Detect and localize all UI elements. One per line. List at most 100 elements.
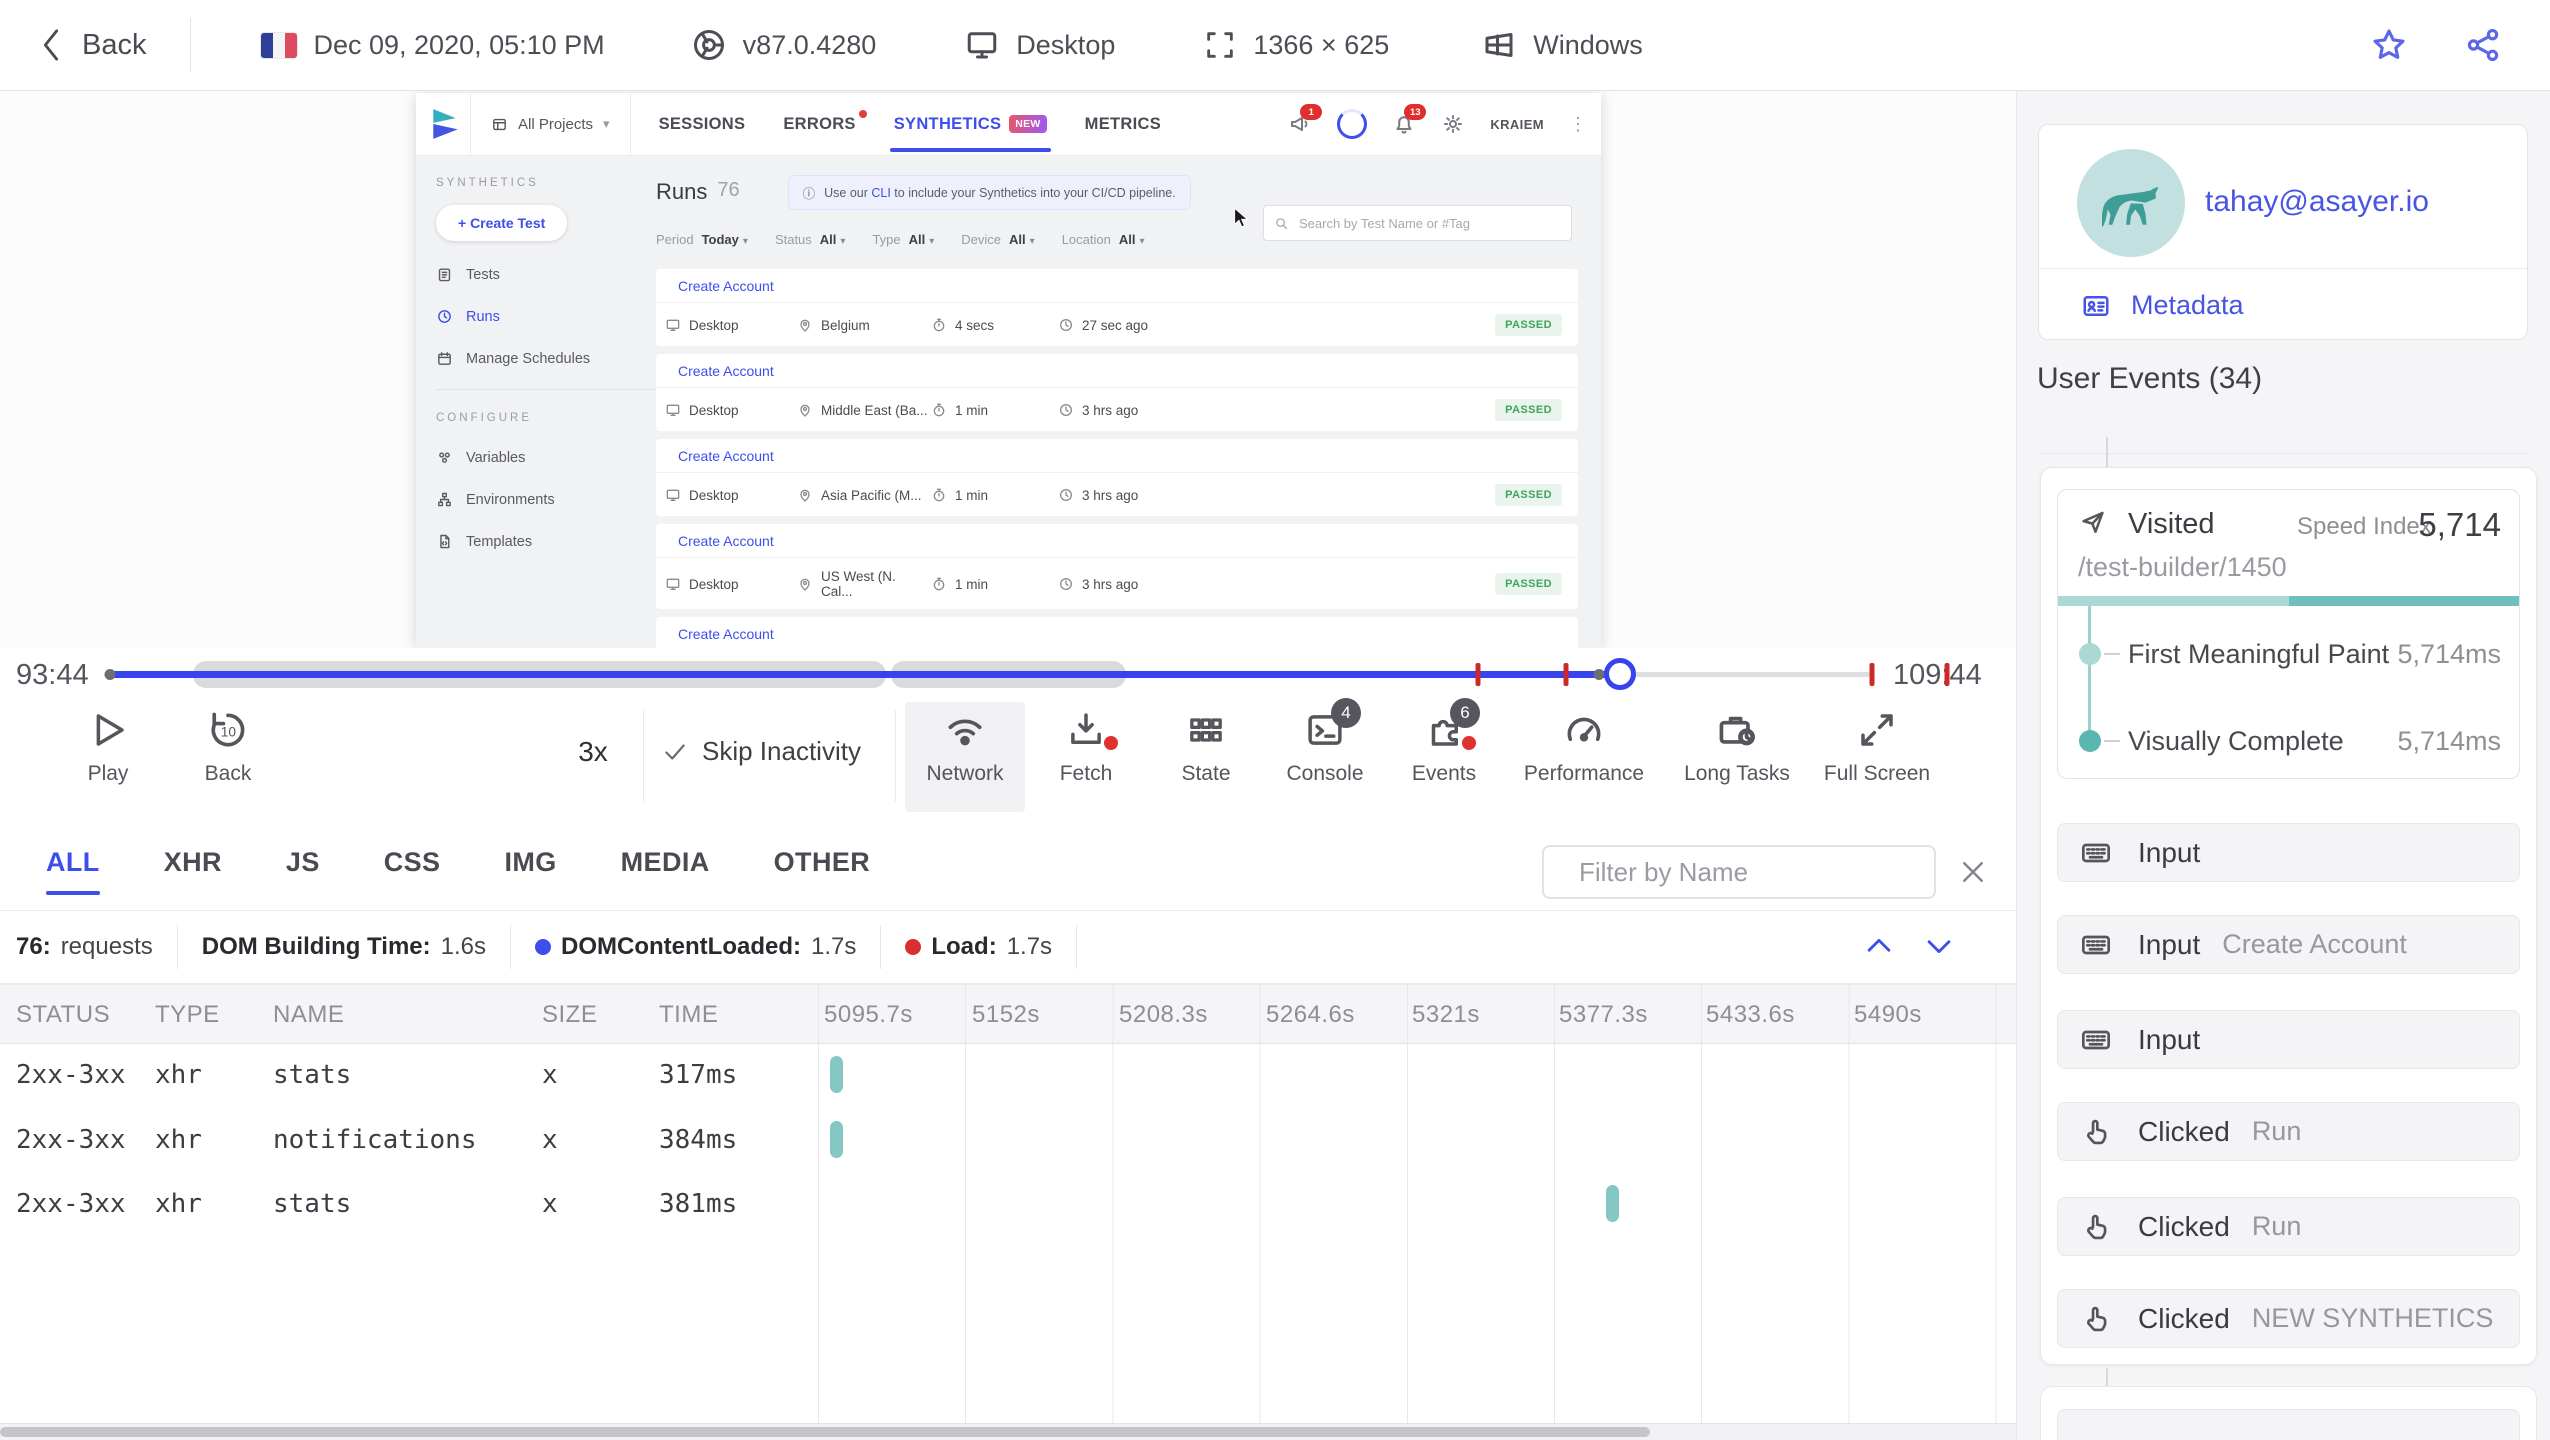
- session-browser: v87.0.4280: [691, 27, 876, 63]
- network-request-row[interactable]: 2xx-3xx xhr notifications x 384ms: [0, 1107, 2016, 1172]
- issue-marker[interactable]: [1944, 663, 1950, 686]
- performance-panel-button[interactable]: Performance: [1514, 708, 1654, 786]
- favorite-star-icon[interactable]: [2370, 26, 2408, 64]
- event-marker[interactable]: [104, 669, 116, 680]
- stopwatch-icon: [933, 318, 945, 332]
- chrome-icon: [693, 30, 724, 60]
- app-tab: METRICS: [1084, 114, 1162, 133]
- user-event-row[interactable]: Input: [2057, 1010, 2520, 1069]
- issue-marker[interactable]: [1475, 663, 1481, 686]
- events-panel-button[interactable]: 6 Events: [1384, 698, 1504, 786]
- stat-dot-icon: [905, 939, 922, 955]
- sidebar-item-runs: Runs: [436, 308, 676, 325]
- waterfall-bar: [1606, 1185, 1619, 1222]
- filter-dropdown: Type All ▾: [872, 232, 935, 247]
- user-event-row[interactable]: Input Create Account: [2057, 915, 2520, 974]
- share-icon[interactable]: [2464, 26, 2502, 64]
- session-date: Dec 09, 2020, 05:10 PM: [313, 29, 605, 60]
- column-header: TYPE: [155, 1001, 220, 1028]
- project-selector: All Projects ▾: [470, 93, 631, 155]
- skip-inactivity-toggle[interactable]: Skip Inactivity: [662, 736, 861, 767]
- state-grid-icon: [1190, 718, 1222, 742]
- request-name: stats: [273, 1189, 352, 1219]
- network-tab[interactable]: ALL: [46, 815, 100, 911]
- sidebar-item-variables: Variables: [436, 449, 676, 466]
- run-card: Create Account Desktop Asia Pacific (M..…: [656, 439, 1578, 516]
- run-device: Desktop: [689, 317, 739, 333]
- user-avatar: [2077, 149, 2185, 257]
- play-button[interactable]: Play: [48, 708, 168, 786]
- timeline-track[interactable]: [104, 648, 1950, 700]
- network-tab[interactable]: OTHER: [774, 815, 871, 911]
- app-user-name: KRAIEM: [1490, 116, 1544, 132]
- filter-dropdown: Period Today ▾: [656, 232, 748, 247]
- cli-link: CLI: [871, 185, 891, 200]
- close-panel-icon[interactable]: [1958, 857, 1988, 887]
- visited-event-card[interactable]: Visited Speed Index 5,714 /test-builder/…: [2057, 489, 2520, 779]
- user-event-row[interactable]: Clicked NEW SYNTHETICS: [2057, 1289, 2520, 1348]
- network-request-row[interactable]: 2xx-3xx xhr stats x 381ms: [0, 1171, 2016, 1236]
- session-sidebar: tahay@asayer.io Metadata User Events (34…: [2016, 90, 2550, 1440]
- user-email-link[interactable]: tahay@asayer.io: [2205, 185, 2429, 219]
- network-tab[interactable]: IMG: [504, 815, 556, 911]
- event-marker[interactable]: [1593, 669, 1605, 680]
- location-pin-icon: [800, 319, 810, 332]
- issue-marker[interactable]: [1869, 663, 1875, 686]
- search-icon: [1562, 871, 1563, 873]
- chevron-up-icon[interactable]: [1862, 929, 1896, 963]
- issue-marker[interactable]: [1563, 663, 1569, 686]
- filter-dropdown: Device All ▾: [961, 232, 1035, 247]
- scrollbar-thumb[interactable]: [0, 1427, 1650, 1437]
- filter-dropdown: Location All ▾: [1061, 232, 1145, 247]
- time-tick: 5377.3s: [1559, 1001, 1648, 1028]
- runs-count: 76: [717, 179, 740, 201]
- network-tab[interactable]: JS: [286, 815, 320, 911]
- metric-value: 5,714ms: [2397, 639, 2501, 669]
- replay-stage[interactable]: All Projects ▾ SESSIONS ERRORS SYNTHETIC…: [0, 90, 2016, 648]
- network-tab[interactable]: MEDIA: [621, 815, 710, 911]
- state-panel-button[interactable]: State: [1146, 708, 1266, 786]
- animal-avatar-icon: [2102, 187, 2159, 227]
- request-status: 2xx-3xx: [16, 1189, 126, 1219]
- events-connector: [2106, 437, 2108, 467]
- monitor-icon: [666, 578, 680, 590]
- event-detail: Run: [2251, 1116, 2302, 1146]
- event-type-label: Clicked: [2138, 1210, 2230, 1242]
- user-event-row[interactable]: Clicked Run: [2057, 1197, 2520, 1256]
- network-request-row[interactable]: 2xx-3xx xhr stats x 368ms: [0, 1236, 2016, 1240]
- user-event-row[interactable]: Input: [2057, 823, 2520, 882]
- time-tick: 5433.6s: [1706, 1001, 1795, 1028]
- network-stat: DOMContentLoaded: 1.7s: [535, 925, 882, 969]
- time-tick: 5264.6s: [1266, 1001, 1355, 1028]
- project-name: All Projects: [518, 115, 594, 133]
- sidebar-item-schedules: Manage Schedules: [436, 350, 676, 367]
- metadata-button[interactable]: Metadata: [2079, 290, 2244, 321]
- app-tab: SYNTHETICS NEW: [889, 93, 1051, 155]
- network-tab[interactable]: CSS: [384, 815, 441, 911]
- full-screen-button[interactable]: Full Screen: [1812, 708, 1942, 786]
- network-wifi-icon: [948, 719, 982, 746]
- console-panel-button[interactable]: 4 Console: [1265, 698, 1385, 786]
- play-icon: [96, 714, 124, 746]
- back-button[interactable]: Back: [0, 28, 190, 62]
- session-device: Desktop: [964, 27, 1115, 63]
- template-file-icon: [440, 534, 450, 549]
- speed-toggle[interactable]: 3x: [558, 736, 628, 768]
- stopwatch-icon: [933, 403, 945, 417]
- settings-gear-icon: [1444, 115, 1463, 133]
- network-panel-button[interactable]: Network: [905, 702, 1025, 812]
- network-tab[interactable]: XHR: [164, 815, 222, 911]
- notifications-bell-icon: 13: [1392, 104, 1427, 136]
- back-10s-button[interactable]: 10 Back: [168, 708, 288, 786]
- network-request-row[interactable]: 2xx-3xx xhr stats x 317ms: [0, 1042, 2016, 1107]
- run-card: Create Account Desktop Belgium 4 secs 27…: [656, 269, 1578, 346]
- long-tasks-panel-button[interactable]: Long Tasks: [1672, 708, 1802, 786]
- fetch-panel-button[interactable]: Fetch: [1026, 708, 1146, 786]
- location-pin-icon: [800, 489, 810, 502]
- filter-by-name-input[interactable]: [1577, 855, 1916, 889]
- event-detail: Create Account: [2222, 929, 2407, 959]
- chevron-down-icon[interactable]: [1922, 929, 1956, 963]
- playhead-handle[interactable]: [1604, 658, 1637, 690]
- clock-icon: [1060, 319, 1072, 331]
- user-event-row[interactable]: Clicked Run: [2057, 1102, 2520, 1161]
